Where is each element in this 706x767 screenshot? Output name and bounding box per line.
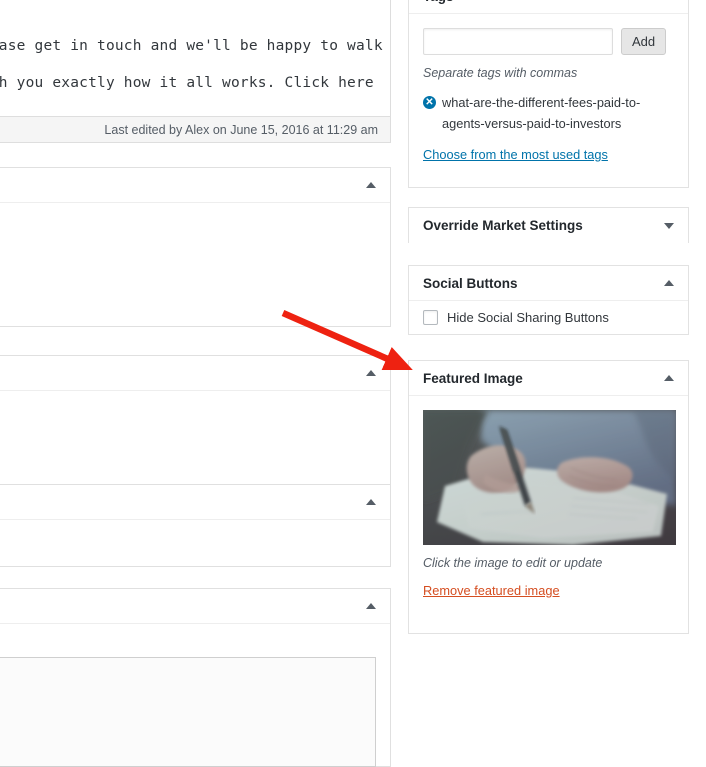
metabox-featured-image: Featured Image Click the image to edit o… bbox=[408, 360, 689, 634]
featured-image-graphic bbox=[423, 410, 676, 545]
metabox-social-title: Social Buttons bbox=[423, 276, 518, 291]
left-metabox[interactable] bbox=[0, 484, 391, 567]
post-content-editor[interactable]: please get in touch and we'll be happy t… bbox=[0, 0, 391, 116]
metabox-override-title: Override Market Settings bbox=[423, 218, 583, 233]
metabox-featured-header[interactable]: Featured Image bbox=[409, 361, 688, 396]
tag-input[interactable] bbox=[423, 28, 613, 55]
remove-featured-image-link[interactable]: Remove featured image bbox=[423, 583, 560, 598]
tag-hint-text: Separate tags with commas bbox=[423, 66, 578, 80]
metabox-featured-title: Featured Image bbox=[423, 371, 523, 386]
left-metabox-body bbox=[0, 520, 390, 566]
left-metabox-header[interactable] bbox=[0, 356, 390, 391]
chevron-up-icon[interactable] bbox=[366, 182, 376, 188]
chevron-up-icon[interactable] bbox=[664, 375, 674, 381]
metabox-tags-header[interactable]: Tags bbox=[409, 0, 688, 14]
left-metabox-textarea[interactable] bbox=[0, 657, 376, 767]
metabox-featured-body: Click the image to edit or update Remove… bbox=[409, 396, 688, 614]
left-metabox-header[interactable] bbox=[0, 589, 390, 624]
editor-column: please get in touch and we'll be happy t… bbox=[0, 0, 391, 767]
left-metabox[interactable] bbox=[0, 167, 391, 327]
left-metabox-body bbox=[0, 391, 390, 485]
left-metabox-header[interactable] bbox=[0, 168, 390, 203]
left-metabox-header[interactable] bbox=[0, 485, 390, 520]
chevron-up-icon[interactable] bbox=[366, 370, 376, 376]
tag-label: what-are-the-different-fees-paid-to-agen… bbox=[442, 95, 641, 131]
add-tag-button[interactable]: Add bbox=[621, 28, 667, 55]
chevron-down-icon[interactable] bbox=[664, 222, 674, 229]
circle-x-icon[interactable]: ✕ bbox=[423, 96, 436, 109]
chevron-up-icon[interactable] bbox=[366, 499, 376, 505]
last-edited-status: Last edited by Alex on June 15, 2016 at … bbox=[0, 116, 391, 143]
left-metabox-body bbox=[0, 203, 390, 326]
metabox-tags: Tags Add Separate tags with commas ✕ wha… bbox=[408, 0, 689, 188]
tag-entry-row: Add bbox=[423, 28, 674, 55]
hide-social-sharing-label: Hide Social Sharing Buttons bbox=[447, 310, 609, 325]
chevron-up-icon[interactable] bbox=[664, 280, 674, 286]
editor-line: with you exactly how it all works. Click… bbox=[0, 75, 374, 91]
hide-social-sharing-row[interactable]: Hide Social Sharing Buttons bbox=[409, 301, 688, 334]
metabox-social-header[interactable]: Social Buttons bbox=[409, 266, 688, 301]
metabox-social-buttons: Social Buttons Hide Social Sharing Butto… bbox=[408, 265, 689, 335]
hide-social-sharing-checkbox[interactable] bbox=[423, 310, 438, 325]
tag-list: ✕ what-are-the-different-fees-paid-to-ag… bbox=[423, 92, 674, 134]
tag-list-item: ✕ what-are-the-different-fees-paid-to-ag… bbox=[423, 92, 674, 134]
chevron-up-icon[interactable] bbox=[366, 603, 376, 609]
featured-image-thumbnail[interactable] bbox=[423, 410, 676, 545]
choose-most-used-tags-link[interactable]: Choose from the most used tags bbox=[423, 147, 608, 162]
metabox-override-market-settings: Override Market Settings bbox=[408, 207, 689, 243]
screenshot-root: please get in touch and we'll be happy t… bbox=[0, 0, 706, 767]
metabox-override-header[interactable]: Override Market Settings bbox=[409, 208, 688, 243]
left-metabox[interactable] bbox=[0, 355, 391, 486]
featured-image-hint: Click the image to edit or update bbox=[423, 556, 603, 570]
editor-line: please get in touch and we'll be happy t… bbox=[0, 38, 383, 54]
metabox-tags-title: Tags bbox=[423, 0, 454, 4]
metabox-tags-body: Add Separate tags with commas ✕ what-are… bbox=[409, 14, 688, 178]
